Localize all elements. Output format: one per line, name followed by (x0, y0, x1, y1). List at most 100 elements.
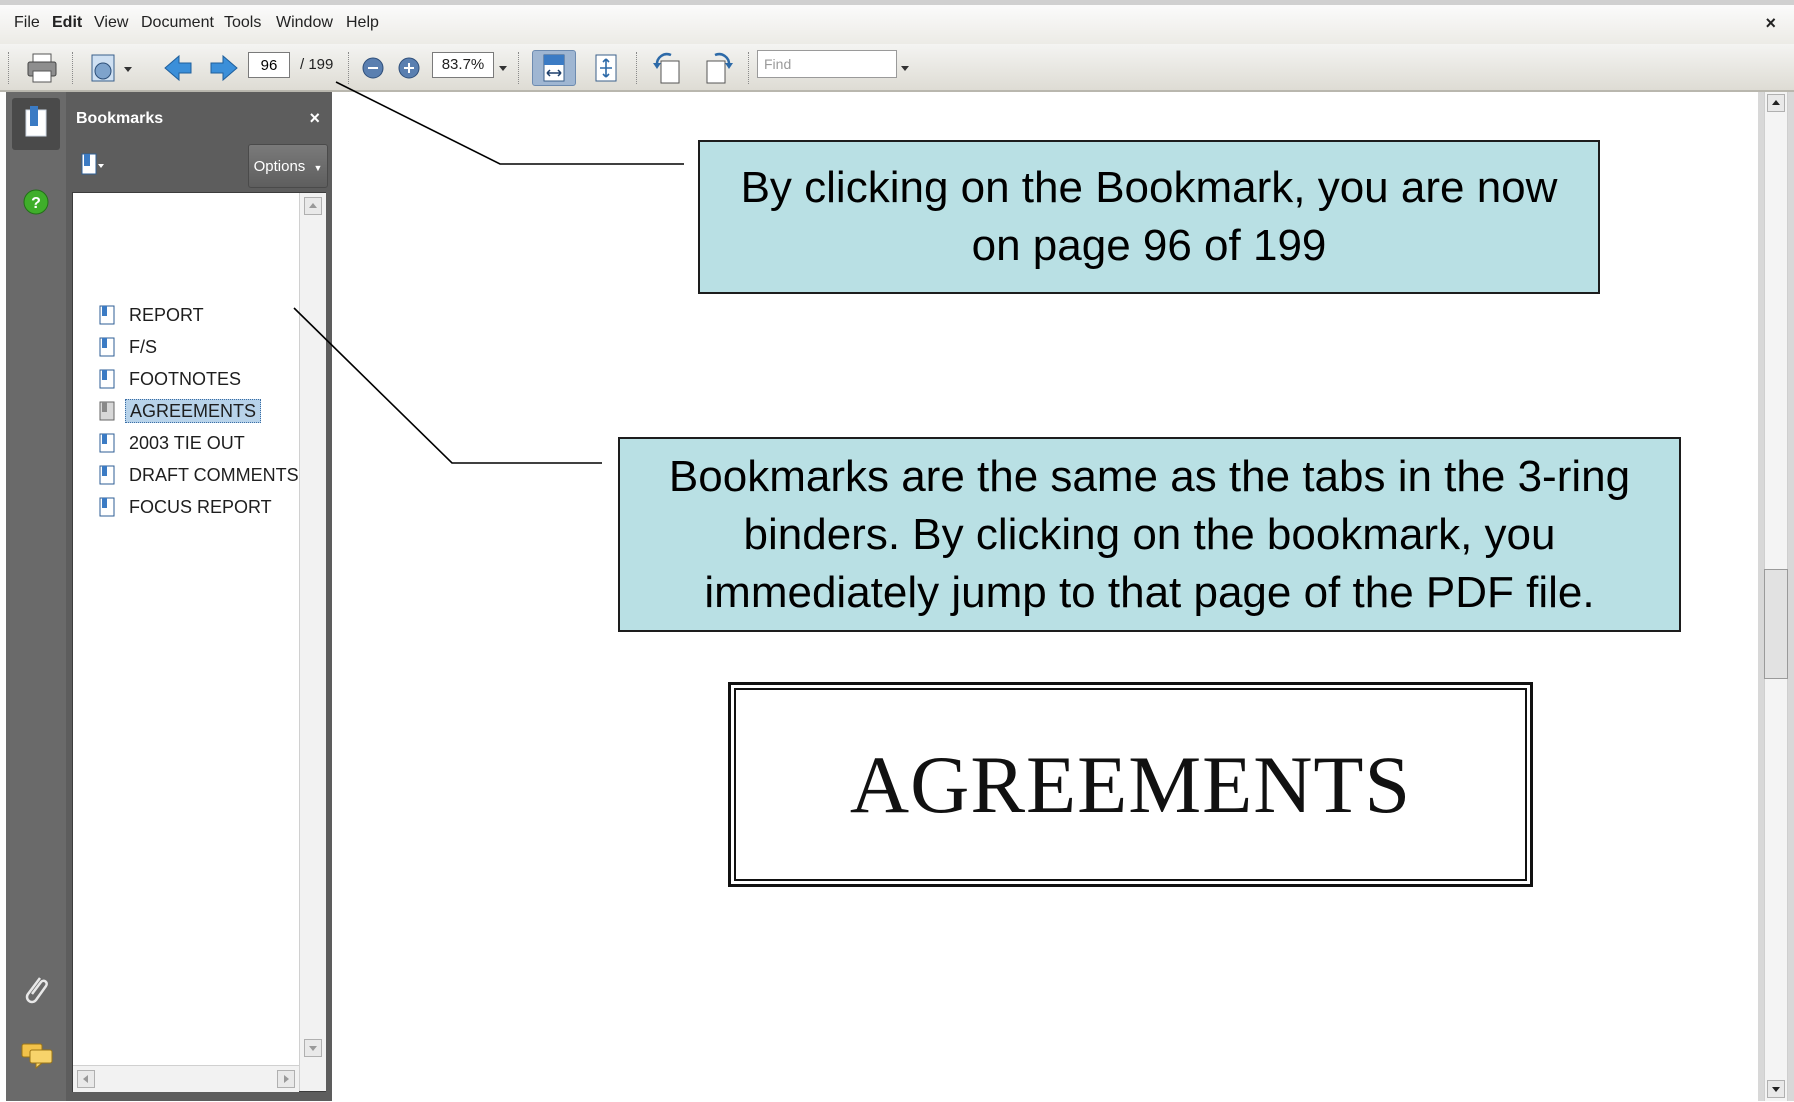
bookmark-list: REPORT F/S FOOTNOTES AGREEMENTS 2003 TIE… (72, 192, 326, 1092)
bookmark-icon (99, 401, 115, 421)
bookmark-icon (99, 497, 115, 517)
bookmark-report[interactable]: REPORT (99, 303, 208, 327)
toolbar-separator (72, 52, 75, 84)
bookmark-label: REPORT (129, 305, 204, 325)
bookmark-agreements[interactable]: AGREEMENTS (99, 399, 262, 423)
document-heading-box: AGREEMENTS (728, 682, 1533, 887)
menu-window[interactable]: Window (276, 14, 333, 32)
zoom-dropdown-button[interactable] (496, 50, 510, 86)
fit-width-button[interactable] (532, 50, 576, 86)
bookmark-icon (99, 369, 115, 389)
bookmark-footnotes[interactable]: FOOTNOTES (99, 367, 245, 391)
rotate-left-icon (653, 52, 680, 84)
bookmark-fs[interactable]: F/S (99, 335, 161, 359)
bookmark-2003-tie-out[interactable]: 2003 TIE OUT (99, 431, 249, 455)
chevron-down-icon (901, 66, 909, 71)
callout-text: Bookmarks are the same as the tabs in th… (668, 451, 1631, 617)
rotate-clockwise-button[interactable] (698, 50, 738, 86)
fit-page-button[interactable] (588, 50, 624, 86)
new-bookmark-button[interactable] (78, 152, 110, 178)
scroll-down-arrow[interactable] (304, 1039, 322, 1057)
menu-edit[interactable]: Edit (52, 14, 82, 32)
bookmark-draft-comments[interactable]: DRAFT COMMENTS (99, 463, 303, 487)
scroll-up-arrow[interactable] (304, 197, 322, 215)
bookmark-focus-report[interactable]: FOCUS REPORT (99, 495, 276, 519)
svg-text:?: ? (31, 195, 41, 212)
callout-text: By clicking on the Bookmark, you are now… (740, 163, 1558, 270)
help-button[interactable]: ? (22, 188, 50, 216)
toolbar-separator (518, 52, 521, 84)
bookmark-explanation-callout: Bookmarks are the same as the tabs in th… (618, 437, 1681, 632)
navigation-rail: ? (6, 92, 66, 1101)
scroll-left-arrow[interactable] (77, 1070, 95, 1088)
bookmark-label: AGREEMENTS (125, 399, 262, 423)
pdf-reader-window: File Edit View Document Tools Window Hel… (0, 0, 1794, 1101)
bookmark-label: 2003 TIE OUT (129, 433, 245, 453)
rotate-right-icon (706, 52, 733, 84)
arrow-down-icon (309, 1046, 317, 1051)
zoom-out-icon (362, 57, 384, 79)
zoom-in-icon (398, 57, 420, 79)
chevron-down-icon: ▼ (313, 163, 323, 173)
scroll-up-arrow[interactable] (1767, 94, 1785, 112)
fit-width-icon (543, 54, 565, 82)
next-page-button[interactable] (206, 50, 242, 86)
bookmarks-panel-icon (25, 106, 47, 137)
document-scrollbar[interactable] (1758, 92, 1794, 1101)
attachments-button[interactable] (20, 972, 52, 1008)
bookmark-list-scrollbar[interactable] (299, 193, 326, 1091)
new-bookmark-icon (81, 153, 104, 175)
bookmarks-tab-button[interactable] (12, 98, 60, 150)
page-number-input[interactable] (248, 52, 290, 78)
options-button[interactable]: Options ▼ (248, 144, 328, 188)
menu-document[interactable]: Document (141, 14, 214, 32)
toolbar-separator (348, 52, 351, 84)
comments-button[interactable] (20, 1040, 54, 1070)
previous-page-button[interactable] (160, 50, 196, 86)
comments-icon (21, 1043, 53, 1070)
toolbar-separator (636, 52, 639, 84)
menu-help[interactable]: Help (346, 14, 379, 32)
arrow-right-small-icon (284, 1075, 289, 1083)
close-panel-button[interactable]: × (309, 108, 320, 129)
help-icon: ? (23, 189, 49, 215)
zoom-level-field[interactable]: 83.7% (432, 52, 494, 78)
scroll-down-arrow[interactable] (1767, 1080, 1785, 1098)
options-label: Options (253, 158, 306, 175)
close-document-button[interactable]: × (1765, 13, 1776, 34)
paperclip-icon (25, 977, 48, 1004)
bookmark-list-hscrollbar[interactable] (73, 1065, 299, 1092)
find-dropdown-button[interactable] (898, 50, 912, 86)
bookmark-icon (99, 465, 115, 485)
bookmark-icon (99, 433, 115, 453)
page-number-callout: By clicking on the Bookmark, you are now… (698, 140, 1600, 294)
menu-file[interactable]: File (14, 14, 40, 32)
rotate-counterclockwise-button[interactable] (648, 50, 688, 86)
arrow-up-icon (309, 203, 317, 208)
review-button[interactable] (84, 50, 138, 86)
zoom-in-button[interactable] (394, 50, 424, 86)
find-input[interactable] (757, 50, 897, 78)
bookmark-icon (99, 305, 115, 325)
toolbar-separator (748, 52, 751, 84)
panel-title: Bookmarks (76, 110, 164, 127)
print-button[interactable] (22, 50, 62, 86)
menu-tools[interactable]: Tools (224, 14, 261, 32)
bookmark-icon (99, 337, 115, 357)
bookmark-label: F/S (129, 337, 158, 357)
menu-bar: File Edit View Document Tools Window Hel… (0, 0, 1794, 44)
bookmark-label: FOCUS REPORT (129, 497, 272, 517)
scrollbar-thumb[interactable] (1764, 569, 1788, 679)
toolbar-grip (8, 52, 11, 84)
scroll-right-arrow[interactable] (277, 1070, 295, 1088)
bookmark-label: FOOTNOTES (129, 369, 241, 389)
menu-view[interactable]: View (94, 14, 128, 32)
arrow-right-icon (210, 54, 238, 82)
document-heading: AGREEMENTS (849, 738, 1412, 830)
bookmarks-panel: Bookmarks × Options ▼ REPORT F/S FOOTNOT… (66, 92, 332, 1101)
chevron-down-icon (499, 66, 507, 71)
page-total-label: / 199 (300, 56, 334, 73)
zoom-out-button[interactable] (358, 50, 388, 86)
arrow-left-icon (164, 54, 192, 82)
arrow-left-small-icon (83, 1075, 88, 1083)
